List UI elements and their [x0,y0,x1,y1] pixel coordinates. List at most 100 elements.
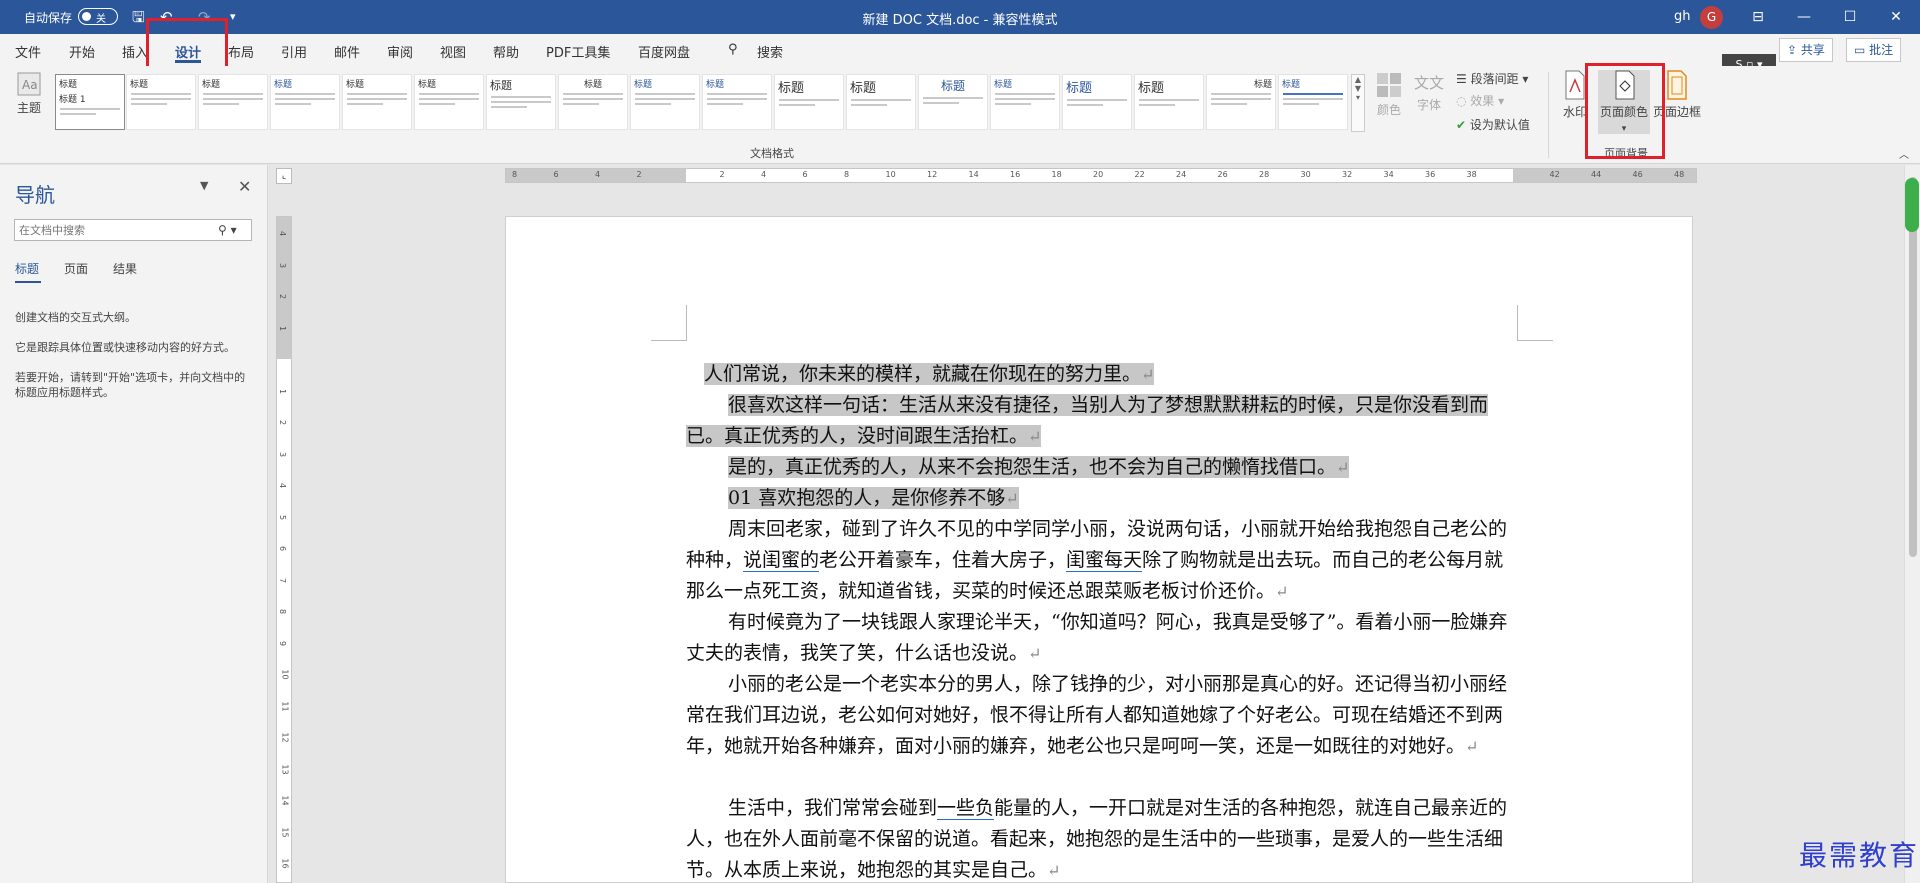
tab-layout[interactable]: 布局 [228,42,254,61]
paragraph-spacing-button[interactable]: ☰ 段落间距 ▾ [1456,70,1528,87]
user-name: gh [1674,9,1691,24]
style-set-4[interactable]: 标题 [270,74,340,130]
style-set-title: 标题 1 [59,95,86,105]
ruler-number: 6 [553,170,559,179]
scrollbar-thumb[interactable] [1909,177,1917,557]
vertical-scrollbar[interactable] [1904,165,1920,883]
highlight-box-design-tab [146,18,228,72]
nav-tab-indicator [15,281,41,283]
ruler-number: 16 [280,858,290,869]
style-set-7[interactable]: 标题 [486,74,556,130]
tab-help[interactable]: 帮助 [493,42,519,61]
ruler-number: 1 [278,388,288,394]
fonts-button[interactable]: 文文 字体 [1414,72,1444,113]
style-set-11[interactable]: 标题 [774,74,844,130]
themes-button[interactable]: Aa 主题 [14,72,44,116]
tab-references[interactable]: 引用 [281,42,307,61]
tab-selector[interactable]: ⌞ [276,168,292,184]
style-set-17[interactable]: 标题 [1206,74,1276,130]
style-set-10[interactable]: 标题 [702,74,772,130]
check-icon: ✔ [1456,118,1467,132]
paragraph-6[interactable]: 有时候竟为了一块钱跟人家理论半天，“你知道吗？阿心，我真是受够了”。看着小丽一脸… [686,607,1516,669]
style-set-6[interactable]: 标题 [414,74,484,130]
themes-icon: Aa [17,72,41,96]
colors-button[interactable]: 颜色 [1374,72,1404,118]
tab-home[interactable]: 开始 [69,42,95,61]
style-set-8[interactable]: 标题 [558,74,628,130]
comment-button[interactable]: ▭ 批注 [1846,38,1902,62]
style-set-12[interactable]: 标题 [846,74,916,130]
paragraph-7[interactable]: 小丽的老公是一个老实本分的男人，除了钱挣的少，对小丽那是真心的好。还记得当初小丽… [686,669,1516,762]
ruler-number: 18 [1051,170,1062,179]
ruler-number: 8 [512,170,518,179]
ruler-number: 3 [278,262,288,268]
horizontal-ruler[interactable]: 8 6 4 2 2 4 6 8 10 12 14 16 18 20 22 24 26 28 30 32 34 36 38 42… [505,168,1697,183]
tab-review[interactable]: 审阅 [387,42,413,61]
nav-options-icon[interactable]: ▼ [200,179,208,192]
search-icon[interactable]: ⚲ [728,42,738,57]
nav-help-text-3: 若要开始，请转到"开始"选项卡，并向文档中的标题应用标题样式。 [15,371,246,399]
style-set-18[interactable]: 标题 [1278,74,1348,130]
style-set-9[interactable]: 标题 [630,74,700,130]
tab-file[interactable]: 文件 [15,42,41,61]
effects-button[interactable]: ◌ 效果 ▾ [1456,92,1504,109]
style-set-1[interactable]: 标题 标题 1 [55,74,125,130]
ruler-number: 6 [802,170,808,179]
avatar[interactable]: G [1700,6,1723,29]
ribbon-display-icon[interactable]: ⊟ [1735,0,1781,34]
svg-text:Aa: Aa [22,78,38,92]
tab-baidu-netdisk[interactable]: 百度网盘 [638,42,690,61]
customize-qat-icon[interactable]: ▾ [230,8,236,26]
colors-icon [1377,73,1401,97]
close-button[interactable]: ✕ [1873,0,1919,34]
tab-pdf-tools[interactable]: PDF工具集 [546,42,610,61]
tab-pages[interactable]: 页面 [64,260,88,277]
minimize-button[interactable]: — [1781,0,1827,34]
tab-results[interactable]: 结果 [113,260,137,277]
maximize-button[interactable]: ☐ [1827,0,1873,34]
fonts-icon: 文文 [1414,74,1445,92]
ruler-number: 2 [278,293,288,300]
ruler-number: 2 [278,419,288,426]
vertical-ruler[interactable]: 4 3 2 1 1 2 3 4 5 6 7 8 9 10 11 12 13 14 15 16 [276,216,292,883]
style-set-5[interactable]: 标题 [342,74,412,130]
tab-insert[interactable]: 插入 [122,42,148,61]
margin-mark-tr [1517,305,1553,341]
ruler-number: 8 [278,608,288,615]
tab-headings[interactable]: 标题 [15,260,39,277]
search-icon[interactable]: ⚲ ▾ [218,223,237,237]
ruler-number: 2 [719,170,725,179]
ruler-number: 10 [280,669,290,680]
ruler-number: 38 [1466,170,1477,179]
share-button[interactable]: ⇪ 共享 [1779,38,1833,62]
save-icon[interactable]: 🖫 [132,8,145,26]
ruler-number: 4 [761,170,767,179]
paragraph-1[interactable]: 人们常说，你未来的模样，就藏在你现在的努力里。↵ [686,359,1516,390]
ribbon-separator [1548,72,1549,158]
paragraph-8[interactable]: 生活中，我们常常会碰到一些负能量的人，一开口就是对生活的各种抱怨，就连自己最亲近… [686,793,1516,883]
tab-mailings[interactable]: 邮件 [334,42,360,61]
ruler-number: 14 [280,795,290,806]
heading-paragraph-4[interactable]: 01 喜欢抱怨的人，是你修养不够↵ [686,483,1516,514]
autosave-toggle[interactable]: 关 [78,8,118,25]
style-set-2[interactable]: 标题 [126,74,196,130]
style-set-13[interactable]: 标题 [918,74,988,130]
close-icon[interactable]: ✕ [238,177,251,196]
tab-view[interactable]: 视图 [440,42,466,61]
set-as-default-button[interactable]: ✔ 设为默认值 [1456,116,1530,133]
gallery-scroll[interactable]: ▲ ▼ ▾ [1351,74,1365,132]
search-input[interactable] [14,219,252,241]
scroll-indicator-green [1905,178,1919,232]
paragraph-5[interactable]: 周末回老家，碰到了许久不见的中学同学小丽，没说两句话，小丽就开始给我抱怨自己老公… [686,514,1516,607]
paragraph-3[interactable]: 是的，真正优秀的人，从来不会抱怨生活，也不会为自己的懒惰找借口。↵ [686,452,1516,483]
style-set-heading: 标题 [59,80,78,90]
paragraph-2[interactable]: 很喜欢这样一句话：生活从来没有捷径，当别人为了梦想默默耕耘的时候，只是你没看到而… [686,390,1516,452]
style-set-14[interactable]: 标题 [990,74,1060,130]
style-set-16[interactable]: 标题 [1134,74,1204,130]
style-set-3[interactable]: 标题 [198,74,268,130]
tab-search[interactable]: 搜索 [757,42,783,61]
page-borders-icon [1667,70,1687,100]
ruler-number: 13 [280,763,290,775]
collapse-ribbon-icon[interactable]: ︿ [1899,146,1909,161]
style-set-15[interactable]: 标题 [1062,74,1132,130]
